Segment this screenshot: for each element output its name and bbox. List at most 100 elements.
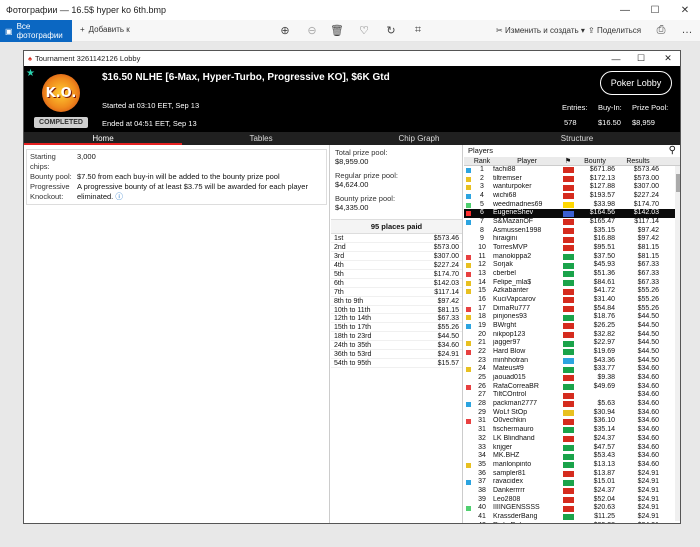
search-icon[interactable]: ⚲ <box>669 145 676 157</box>
delete-icon[interactable]: 🗑 <box>330 24 344 37</box>
player-row[interactable]: 6 EugeneShev $164.56 $142.03 <box>464 209 680 219</box>
player-color-cell <box>464 487 473 496</box>
more-icon[interactable]: … <box>680 24 694 36</box>
zoom-in-icon[interactable]: ⊕ <box>278 24 292 37</box>
player-row[interactable]: 38 Dankerrrrr $24.37 $24.91 <box>464 487 680 496</box>
player-row[interactable]: 21 jagger97 $22.97 $44.50 <box>464 339 680 348</box>
tab-tables[interactable]: Tables <box>182 132 340 145</box>
player-result: $142.03 <box>633 209 659 217</box>
lobby-minimize-button[interactable]: — <box>604 51 628 66</box>
player-rank: 4 <box>480 192 484 200</box>
player-row[interactable]: 5 weedmadnes69 $33.98 $174.70 <box>464 201 680 210</box>
player-row[interactable]: 18 pinjones93 $18.76 $44.50 <box>464 313 680 322</box>
players-scrollbar[interactable] <box>675 166 680 521</box>
player-row[interactable]: 31 fischermauro $35.14 $34.60 <box>464 426 680 435</box>
player-result: $81.15 <box>637 244 659 252</box>
bounty-column-header[interactable]: Bounty <box>575 157 617 165</box>
player-row[interactable]: 25 jaouad015 $9.38 $34.60 <box>464 374 680 383</box>
color-column-header <box>464 157 473 165</box>
player-row[interactable]: 14 Felipe_mla$ $84.61 $67.33 <box>464 279 680 288</box>
player-row[interactable]: 19 BWrght $26.25 $44.50 <box>464 322 680 331</box>
player-row[interactable]: 4 wichi68 $193.57 $227.24 <box>464 192 680 201</box>
info-icon[interactable]: ⓘ <box>115 192 123 201</box>
share-button[interactable]: ⇪ Поделиться <box>588 26 641 35</box>
player-row[interactable]: 26 RafaCorreaBR $49.69 $34.60 <box>464 382 680 392</box>
player-row[interactable]: 1 fachi88 $671.86 $573.46 <box>464 166 680 175</box>
player-name: Asmussen1998 <box>493 226 542 234</box>
maximize-button[interactable]: ☐ <box>640 0 670 20</box>
player-row[interactable]: 2 tiltremser $172.13 $573.00 <box>464 175 680 184</box>
crop-icon[interactable]: ⌗ <box>411 24 425 37</box>
player-row[interactable]: 11 manokippa2 $37.50 $81.15 <box>464 253 680 262</box>
heart-icon[interactable]: ♡ <box>357 24 371 37</box>
player-row[interactable]: 32 LK Blindhand $24.37 $34.60 <box>464 435 680 444</box>
scrollbar-thumb[interactable] <box>676 174 680 192</box>
favorite-star-icon[interactable]: ★ <box>26 68 35 79</box>
player-color-cell <box>464 322 473 331</box>
edit-create-button[interactable]: ✂ Изменить и создать ▾ <box>496 26 585 35</box>
lobby-close-button[interactable]: ✕ <box>656 51 680 66</box>
player-row[interactable]: 29 WoLf StOp $30.94 $34.60 <box>464 409 680 418</box>
player-row[interactable]: 22 Hard Blow $19.69 $44.50 <box>464 348 680 357</box>
player-row[interactable]: 17 DimaRu777 $54.84 $55.26 <box>464 305 680 314</box>
player-row[interactable]: 12 Sorjak $45.93 $67.33 <box>464 261 680 270</box>
zoom-out-icon[interactable]: ⊖ <box>305 24 319 37</box>
player-row[interactable]: 33 krijger $47.57 $34.60 <box>464 444 680 453</box>
results-column-header[interactable]: Results <box>617 157 661 165</box>
close-button[interactable]: ✕ <box>670 0 700 20</box>
country-flag-icon <box>562 384 574 391</box>
player-row[interactable]: 9 hiraigini $16.88 $97.42 <box>464 235 680 244</box>
lobby-maximize-button[interactable]: ☐ <box>629 51 653 66</box>
player-row[interactable]: 15 Azkabanter $41.72 $55.26 <box>464 287 680 296</box>
player-flag-cell <box>561 218 575 227</box>
player-rank: 42 <box>473 522 491 523</box>
player-row[interactable]: 13 cberbel $51.36 $67.33 <box>464 270 680 279</box>
player-color-cell <box>464 279 473 288</box>
player-result: $55.26 <box>637 287 659 295</box>
lobby-title: Tournament 3261142126 Lobby <box>34 54 141 63</box>
payout-row: 12th to 14th $67.33 <box>331 314 462 324</box>
player-row[interactable]: 42RichyRob $39.38$24.91 <box>464 522 680 523</box>
player-column-header[interactable]: Player <box>491 157 561 165</box>
player-rank: 26 <box>478 382 486 390</box>
player-row[interactable]: 36 sampler81 $13.87 $24.91 <box>464 470 680 479</box>
rotate-icon[interactable]: ↻ <box>384 24 398 37</box>
player-row[interactable]: 16 KuciVapcarov $31.40 $55.26 <box>464 296 680 305</box>
payout-place: 10th to 11th <box>334 306 371 314</box>
rank-column-header[interactable]: Rank <box>473 157 491 165</box>
poker-lobby-button[interactable]: Poker Lobby <box>600 71 672 95</box>
player-name: TorresMVP <box>493 244 528 252</box>
player-row[interactable]: 39 Leo2808 $52.04 $24.91 <box>464 495 680 505</box>
flag-column-header[interactable]: ⚑ <box>561 157 575 165</box>
tab-structure[interactable]: Structure <box>498 132 656 145</box>
tab-chip-graph[interactable]: Chip Graph <box>340 132 498 145</box>
print-icon[interactable]: ⎙ <box>654 24 668 37</box>
payout-place: 8th to 9th <box>334 297 364 305</box>
player-rank: 39 <box>478 495 486 503</box>
player-row[interactable]: 20 nikpop123 $32.82 $44.50 <box>464 331 680 340</box>
player-result: $24.91 <box>637 512 659 520</box>
player-row[interactable]: 34 MK.BHZ $53.43 $34.60 <box>464 452 680 461</box>
player-row[interactable]: 28 packman2777 $5.63 $34.60 <box>464 400 680 409</box>
minimize-button[interactable]: — <box>610 0 640 20</box>
player-row[interactable]: 35 marilonpinto $13.13 $34.60 <box>464 461 680 470</box>
add-to-button[interactable]: + Добавить к <box>80 25 130 34</box>
player-row[interactable]: 3 wanturpoker $127.88 $307.00 <box>464 183 680 192</box>
all-photos-button[interactable]: ▣ Все фотографии <box>0 20 72 42</box>
player-row[interactable]: 7 S&MazanOF $165.47 $117.14 <box>464 218 680 227</box>
player-row[interactable]: 31 O0vechkin $36.10 $34.60 <box>464 417 680 426</box>
tab-home[interactable]: Home <box>24 132 182 145</box>
player-row[interactable]: 24 Mateus#9 $33.77 $34.60 <box>464 365 680 374</box>
player-row[interactable]: 23 minhhotran $43.36 $44.50 <box>464 356 680 366</box>
payout-row: 7th $117.14 <box>331 288 462 297</box>
player-flag-cell <box>561 513 575 522</box>
player-row[interactable]: 8 Asmussen1998 $35.15 $97.42 <box>464 226 680 236</box>
player-row[interactable]: 41 KrassderBang $11.25 $24.91 <box>464 512 680 522</box>
player-row[interactable]: 27 TiltCOntrol $34.60 <box>464 391 680 400</box>
country-flag-icon <box>562 184 574 191</box>
player-row[interactable]: 40 IIIINGENSSSS $20.63 $24.91 <box>464 504 680 513</box>
player-bounty: $43.36 <box>593 356 615 364</box>
player-rank: 22 <box>478 348 486 356</box>
player-row[interactable]: 10 TorresMVP $95.51 $81.15 <box>464 244 680 253</box>
player-row[interactable]: 37 ravacidex $15.01 $24.91 <box>464 478 680 487</box>
